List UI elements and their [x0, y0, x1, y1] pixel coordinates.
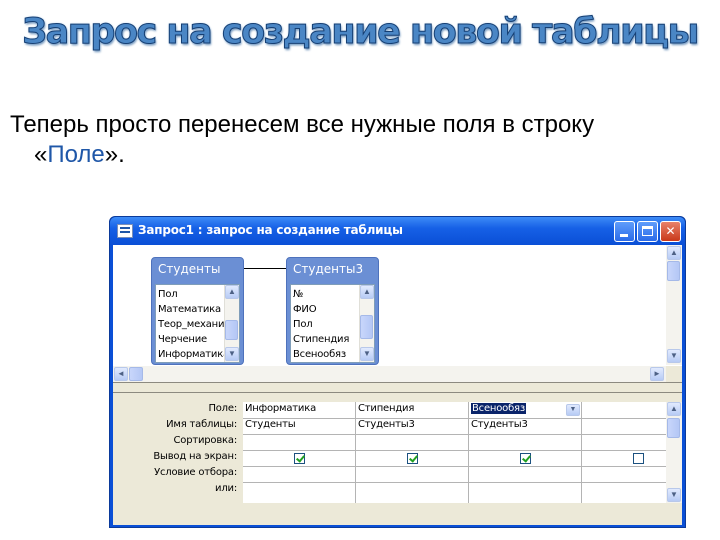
- field-list-scrollbar[interactable]: ▲ ▼: [224, 285, 239, 362]
- scroll-right-button[interactable]: ►: [650, 367, 664, 381]
- scroll-down-button[interactable]: ▼: [667, 488, 681, 502]
- grid-line: [243, 466, 666, 467]
- chevron-down-icon: ▼: [670, 351, 678, 360]
- scroll-up-button[interactable]: ▲: [667, 402, 681, 416]
- open-quote: «: [34, 141, 48, 168]
- scroll-thumb[interactable]: [129, 367, 143, 381]
- scroll-thumb[interactable]: [667, 418, 680, 438]
- scroll-left-button[interactable]: ◄: [114, 367, 128, 381]
- slide-text-line2: «Поле».: [10, 140, 700, 170]
- row-label-show: Вывод на экран:: [153, 451, 237, 462]
- row-label-field: Поле:: [208, 403, 237, 414]
- scroll-up-button[interactable]: ▲: [225, 285, 239, 299]
- field-item[interactable]: Всенообяз: [293, 349, 346, 360]
- field-item[interactable]: Черчение: [158, 334, 207, 345]
- grid-cell-field[interactable]: Информатика: [245, 403, 316, 414]
- field-list-students: Пол Математика Теор_механи Черчение Инфо…: [155, 284, 240, 363]
- design-pane-vertical-scrollbar[interactable]: ▲ ▼: [666, 245, 682, 365]
- scroll-thumb[interactable]: [225, 320, 238, 340]
- design-pane-horizontal-scrollbar[interactable]: ◄ ►: [113, 366, 666, 382]
- field-item[interactable]: ФИО: [293, 304, 317, 315]
- maximize-button[interactable]: [637, 221, 658, 242]
- minimize-icon: [620, 234, 628, 237]
- chevron-up-icon: ▲: [670, 404, 678, 413]
- close-icon: ✕: [665, 224, 676, 238]
- table-name-students3[interactable]: Студенты3: [287, 258, 378, 280]
- chevron-right-icon: ►: [653, 369, 661, 378]
- grid-line: [581, 402, 582, 503]
- field-item[interactable]: Пол: [293, 319, 313, 330]
- window-client-area: Студенты Пол Математика Теор_механи Черч…: [113, 245, 682, 525]
- chevron-left-icon: ◄: [117, 369, 125, 378]
- slide-text: Теперь просто перенесем все нужные поля …: [10, 110, 700, 170]
- scroll-down-button[interactable]: ▼: [360, 347, 374, 361]
- query-design-grid: Поле: Имя таблицы: Сортировка: Вывод на …: [113, 394, 682, 525]
- row-label-table: Имя таблицы:: [166, 419, 237, 430]
- row-label-sort: Сортировка:: [173, 435, 238, 446]
- window-title: Запрос1 : запрос на создание таблицы: [138, 223, 403, 237]
- close-button[interactable]: ✕: [660, 221, 681, 242]
- grid-line: [243, 434, 666, 435]
- grid-horizontal-scrollbar[interactable]: [113, 506, 682, 524]
- field-list-students3: № ФИО Пол Стипендия Всенообяз ▲ ▼: [290, 284, 375, 363]
- table-design-pane: Студенты Пол Математика Теор_механи Черч…: [113, 245, 682, 383]
- chevron-down-icon: ▼: [569, 406, 577, 413]
- pane-splitter[interactable]: [113, 384, 682, 393]
- row-label-criteria: Условие отбора:: [154, 467, 237, 478]
- grid-cell-table[interactable]: Студенты3: [471, 419, 528, 430]
- field-item[interactable]: Математика: [158, 304, 221, 315]
- grid-cell-field-selected[interactable]: Всенообяз: [471, 403, 526, 414]
- highlight-field-word: Поле: [47, 141, 105, 168]
- row-label-or: или:: [215, 483, 237, 494]
- field-item[interactable]: №: [293, 289, 303, 300]
- close-quote: ».: [104, 141, 125, 168]
- field-item[interactable]: Информатика: [158, 349, 229, 360]
- field-item[interactable]: Теор_механи: [158, 319, 225, 330]
- grid-cells: Информатика Студенты Стипендия Студенты3…: [243, 402, 666, 503]
- grid-line: [355, 402, 356, 503]
- scroll-thumb[interactable]: [360, 315, 373, 339]
- scroll-up-button[interactable]: ▲: [360, 285, 374, 299]
- grid-line: [243, 418, 666, 419]
- minimize-button[interactable]: [614, 221, 635, 242]
- table-box-students3[interactable]: Студенты3 № ФИО Пол Стипендия Всенообяз …: [286, 257, 379, 365]
- show-checkbox[interactable]: [633, 453, 644, 464]
- show-checkbox[interactable]: [407, 453, 418, 464]
- scroll-thumb[interactable]: [667, 261, 680, 281]
- grid-cell-field[interactable]: Стипендия: [358, 403, 414, 414]
- show-checkbox[interactable]: [294, 453, 305, 464]
- grid-line: [243, 450, 666, 451]
- chevron-up-icon: ▲: [363, 287, 371, 296]
- window-titlebar[interactable]: Запрос1 : запрос на создание таблицы ✕: [110, 217, 685, 245]
- chevron-up-icon: ▲: [670, 248, 678, 257]
- slide-title: Запрос на создание новой таблицы: [22, 12, 700, 53]
- chevron-down-icon: ▼: [670, 490, 678, 499]
- show-checkbox[interactable]: [520, 453, 531, 464]
- scrollbar-corner: [666, 366, 682, 382]
- maximize-icon: [642, 226, 653, 236]
- scroll-down-button[interactable]: ▼: [225, 347, 239, 361]
- table-name-students[interactable]: Студенты: [152, 258, 243, 280]
- query-window: Запрос1 : запрос на создание таблицы ✕ С…: [109, 216, 686, 528]
- chevron-down-icon: ▼: [363, 349, 371, 358]
- field-item[interactable]: Пол: [158, 289, 178, 300]
- grid-vertical-scrollbar[interactable]: ▲ ▼: [666, 402, 682, 503]
- field-item[interactable]: Стипендия: [293, 334, 349, 345]
- grid-line: [243, 482, 666, 483]
- field-list-scrollbar[interactable]: ▲ ▼: [359, 285, 374, 362]
- grid-cell-table[interactable]: Студенты3: [358, 419, 415, 430]
- query-app-icon[interactable]: [117, 224, 133, 238]
- relationship-line[interactable]: [244, 268, 286, 269]
- field-dropdown-button[interactable]: ▼: [566, 404, 580, 416]
- grid-line: [468, 402, 469, 503]
- grid-cell-table[interactable]: Студенты: [245, 419, 296, 430]
- slide-text-line1: Теперь просто перенесем все нужные поля …: [10, 111, 595, 138]
- chevron-up-icon: ▲: [228, 287, 236, 296]
- table-box-students[interactable]: Студенты Пол Математика Теор_механи Черч…: [151, 257, 244, 365]
- chevron-down-icon: ▼: [228, 349, 236, 358]
- scroll-down-button[interactable]: ▼: [667, 349, 681, 363]
- scroll-up-button[interactable]: ▲: [667, 246, 681, 260]
